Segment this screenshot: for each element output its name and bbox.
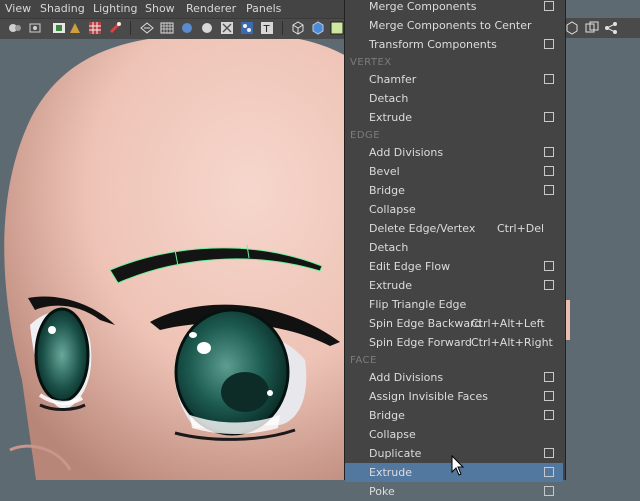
menu-panels[interactable]: Panels — [246, 2, 281, 16]
camera-icon[interactable] — [8, 21, 22, 35]
menu-item-face-collapse[interactable]: Collapse — [345, 425, 563, 444]
menu-item-vertex-chamfer[interactable]: Chamfer — [345, 70, 563, 89]
option-box-icon[interactable] — [544, 1, 554, 11]
menu-view[interactable]: View — [5, 2, 31, 16]
menu-item-edge-edit-edge-flow[interactable]: Edit Edge Flow — [345, 257, 563, 276]
option-box-icon[interactable] — [544, 391, 554, 401]
menu-renderer[interactable]: Renderer — [186, 2, 236, 16]
menu-item-label: Poke — [369, 485, 395, 498]
menu-show[interactable]: Show — [145, 2, 175, 16]
toolbar-separator — [282, 21, 283, 35]
menu-item-label: Detach — [369, 92, 409, 105]
menu-item-shortcut: Ctrl+Alt+Right — [471, 336, 553, 349]
menu-item-label: Assign Invisible Faces — [369, 390, 488, 403]
resolution-gate-icon[interactable] — [68, 21, 82, 35]
menu-lighting[interactable]: Lighting — [93, 2, 137, 16]
option-box-icon[interactable] — [544, 280, 554, 290]
menu-item-label: Extrude — [369, 279, 413, 292]
film-gate-icon[interactable] — [52, 21, 66, 35]
option-box-icon[interactable] — [544, 467, 554, 477]
menu-item-label: Merge Components — [369, 0, 477, 13]
option-box-icon[interactable] — [544, 410, 554, 420]
svg-text:T: T — [263, 24, 271, 35]
menu-item-edge-collapse[interactable]: Collapse — [345, 200, 563, 219]
option-box-icon[interactable] — [544, 486, 554, 496]
menu-item-label: Chamfer — [369, 73, 417, 86]
option-box-icon[interactable] — [544, 261, 554, 271]
menu-section-edge: EDGE — [350, 130, 381, 141]
option-box-icon[interactable] — [544, 372, 554, 382]
texture-icon[interactable]: T — [260, 21, 274, 35]
share-icon[interactable] — [604, 21, 618, 35]
menu-item-label: Edit Edge Flow — [369, 260, 451, 273]
option-box-icon[interactable] — [544, 448, 554, 458]
menu-item-edge-spin-edge-forward[interactable]: Spin Edge Forward Ctrl+Alt+Right — [345, 333, 563, 352]
wire-cube-icon[interactable] — [565, 21, 579, 35]
menu-item-label: Merge Components to Center — [369, 19, 532, 32]
menu-item-edge-flip-triangle-edge[interactable]: Flip Triangle Edge — [345, 295, 563, 314]
lights-icon[interactable] — [180, 21, 194, 35]
menu-item-label: Bridge — [369, 184, 405, 197]
menu-item-label: Detach — [369, 241, 409, 254]
menu-item-edge-delete-edge-vertex[interactable]: Delete Edge/Vertex Ctrl+Del — [345, 219, 563, 238]
menu-item-label: Collapse — [369, 428, 416, 441]
menu-item-edge-detach[interactable]: Detach — [345, 238, 563, 257]
menu-section-face: FACE — [350, 355, 377, 366]
menu-section-vertex: VERTEX — [350, 57, 392, 68]
menu-item-label: Extrude — [369, 466, 413, 479]
option-box-icon[interactable] — [544, 112, 554, 122]
menu-shading[interactable]: Shading — [40, 2, 85, 16]
shaded-cube-icon[interactable] — [311, 21, 325, 35]
option-box-icon[interactable] — [544, 185, 554, 195]
menu-item-shortcut: Ctrl+Alt+Left — [471, 317, 545, 330]
option-box-icon[interactable] — [544, 74, 554, 84]
menu-item-edge-spin-edge-backward[interactable]: Spin Edge Backward Ctrl+Alt+Left — [345, 314, 563, 333]
option-box-icon[interactable] — [544, 166, 554, 176]
menu-item-shortcut: Ctrl+Del — [497, 222, 545, 235]
menu-item-edge-extrude[interactable]: Extrude — [345, 276, 563, 295]
toolbar-separator — [130, 21, 131, 35]
menu-item-edge-bevel[interactable]: Bevel — [345, 162, 563, 181]
menu-item-label: Transform Components — [369, 38, 497, 51]
textured-icon[interactable] — [160, 21, 174, 35]
smooth-shade-icon[interactable] — [140, 21, 154, 35]
menu-item-merge-components[interactable]: Merge Components — [345, 0, 563, 16]
menu-item-vertex-detach[interactable]: Detach — [345, 89, 563, 108]
menu-item-label: Spin Edge Forward — [369, 336, 472, 349]
menu-item-label: Bridge — [369, 409, 405, 422]
mouse-cursor-icon — [451, 455, 465, 476]
menu-item-face-add-divisions[interactable]: Add Divisions — [345, 368, 563, 387]
menu-item-face-bridge[interactable]: Bridge — [345, 406, 563, 425]
menu-item-label: Add Divisions — [369, 146, 444, 159]
select-highlight-icon[interactable] — [330, 21, 344, 35]
bookmark-icon[interactable] — [28, 21, 42, 35]
menu-item-label: Duplicate — [369, 447, 422, 460]
shadows-icon[interactable] — [200, 21, 214, 35]
menu-item-merge-components-to-center[interactable]: Merge Components to Center — [345, 16, 563, 35]
menu-item-vertex-extrude[interactable]: Extrude — [345, 108, 563, 127]
wireframe-icon[interactable] — [108, 21, 122, 35]
menu-item-face-poke[interactable]: Poke — [345, 482, 563, 501]
menu-item-edge-bridge[interactable]: Bridge — [345, 181, 563, 200]
menu-item-label: Flip Triangle Edge — [369, 298, 467, 311]
grid-icon[interactable] — [88, 21, 102, 35]
menu-item-edge-add-divisions[interactable]: Add Divisions — [345, 143, 563, 162]
menu-item-transform-components[interactable]: Transform Components — [345, 35, 563, 54]
option-box-icon[interactable] — [544, 147, 554, 157]
menu-item-label: Extrude — [369, 111, 413, 124]
menu-item-label: Bevel — [369, 165, 400, 178]
menu-item-label: Delete Edge/Vertex — [369, 222, 476, 235]
menu-item-label: Spin Edge Backward — [369, 317, 482, 330]
option-box-icon[interactable] — [544, 39, 554, 49]
layout-icon[interactable] — [585, 21, 599, 35]
cube-icon[interactable] — [291, 21, 305, 35]
menu-item-label: Add Divisions — [369, 371, 444, 384]
xray-icon[interactable] — [220, 21, 234, 35]
menu-item-face-assign-invisible-faces[interactable]: Assign Invisible Faces — [345, 387, 563, 406]
menu-item-label: Collapse — [369, 203, 416, 216]
isolate-icon[interactable] — [240, 21, 254, 35]
